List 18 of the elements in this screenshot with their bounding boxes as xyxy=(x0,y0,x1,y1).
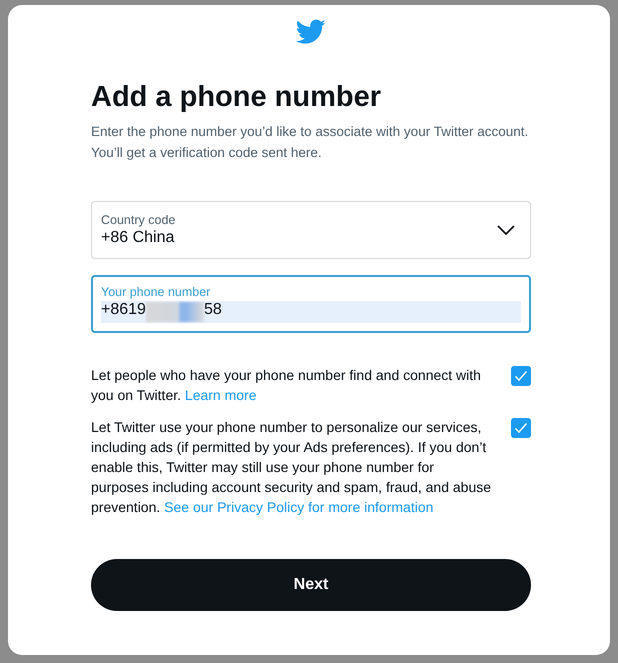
checkmark-icon xyxy=(514,370,528,382)
field-value: +8619 xyxy=(101,301,146,319)
next-button[interactable]: Next xyxy=(91,559,531,611)
description-text: Enter the phone number you’d like to associate with your Twitter account. You’ll get a verification code sent here. xyxy=(91,123,530,162)
phone-number-field[interactable]: Your phone number +8619 58 xyxy=(91,275,531,333)
chevron-down-icon xyxy=(497,225,515,235)
field-label: Your phone number xyxy=(101,285,210,299)
dialog-title: Add a phone number xyxy=(91,80,382,115)
checkbox[interactable] xyxy=(511,418,531,438)
country-code-select[interactable]: Country code +86 China xyxy=(91,201,531,259)
field-value: 58 xyxy=(204,301,222,319)
option-text: Let Twitter use your phone number to personalize our services, including ads (if permitted by your Ads preferences). If you don’t enable this, Twitter may still use your phone number for purposes including account security and spam, fraud, and abuse prevention. See our Privacy Policy for more information xyxy=(91,418,492,517)
field-label: Country code xyxy=(101,213,176,227)
checkmark-icon xyxy=(514,422,528,434)
checkbox[interactable] xyxy=(511,366,531,386)
field-value: +86 China xyxy=(101,229,174,247)
option-text: Let people who have your phone number find and connect with you on Twitter. Learn more xyxy=(91,366,482,405)
bird-logo-icon xyxy=(296,19,326,45)
